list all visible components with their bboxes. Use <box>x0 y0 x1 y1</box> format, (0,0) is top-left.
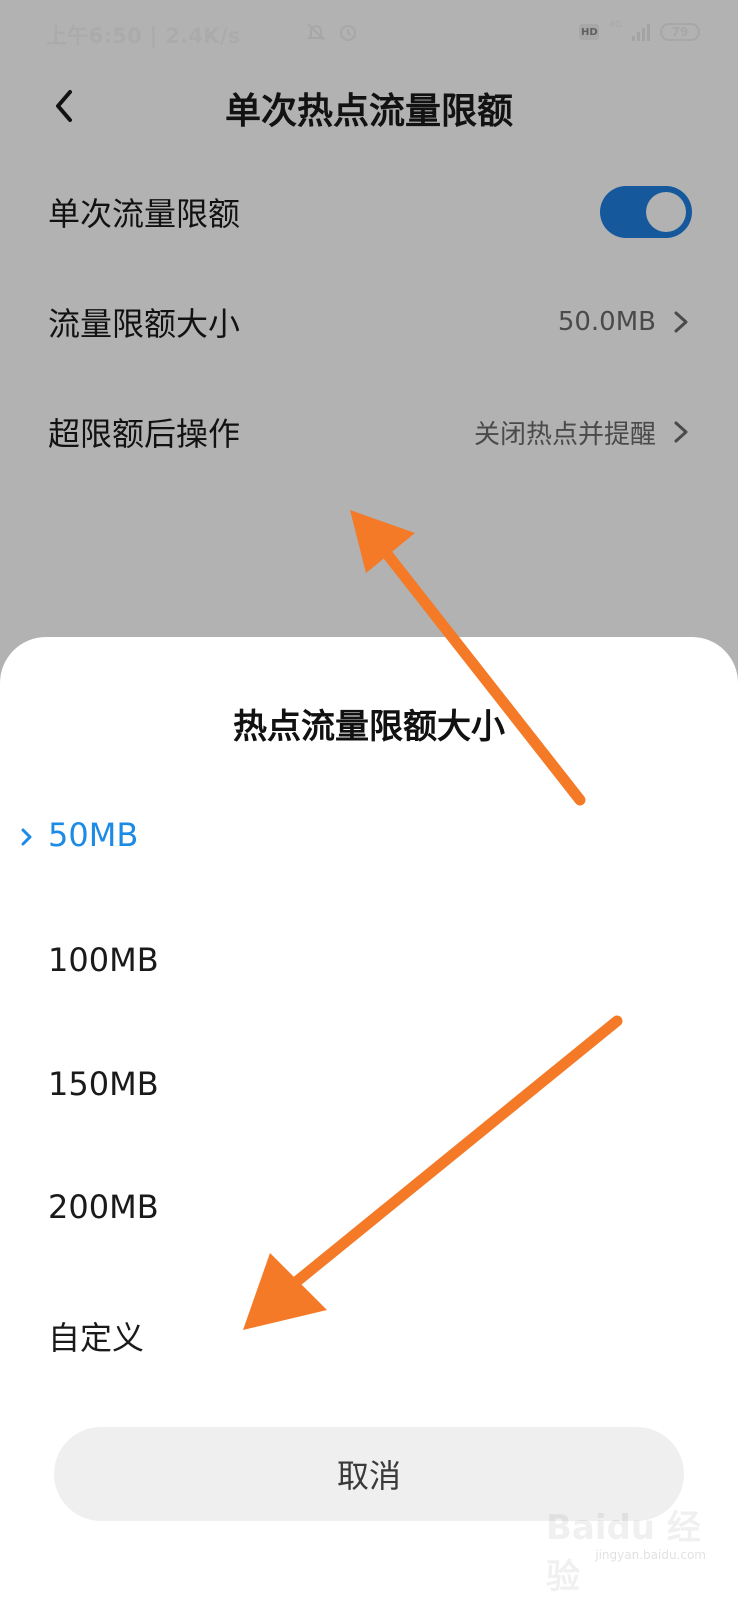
option-200mb[interactable]: 200MB <box>48 1188 159 1226</box>
option-50mb[interactable]: 50MB <box>48 816 138 854</box>
selected-chevron-icon <box>21 828 32 846</box>
sheet-title: 热点流量限额大小 <box>233 707 505 747</box>
option-100mb[interactable]: 100MB <box>48 941 159 979</box>
option-custom[interactable]: 自定义 <box>48 1313 144 1359</box>
option-150mb[interactable]: 150MB <box>48 1065 159 1103</box>
baidu-watermark: Baidu 经验 jingyan.baidu.com <box>546 1500 706 1597</box>
watermark-url: jingyan.baidu.com <box>595 1548 706 1562</box>
bottom-sheet: 热点流量限额大小 50MB 100MB 150MB 200MB 自定义 取消 <box>0 637 738 1600</box>
